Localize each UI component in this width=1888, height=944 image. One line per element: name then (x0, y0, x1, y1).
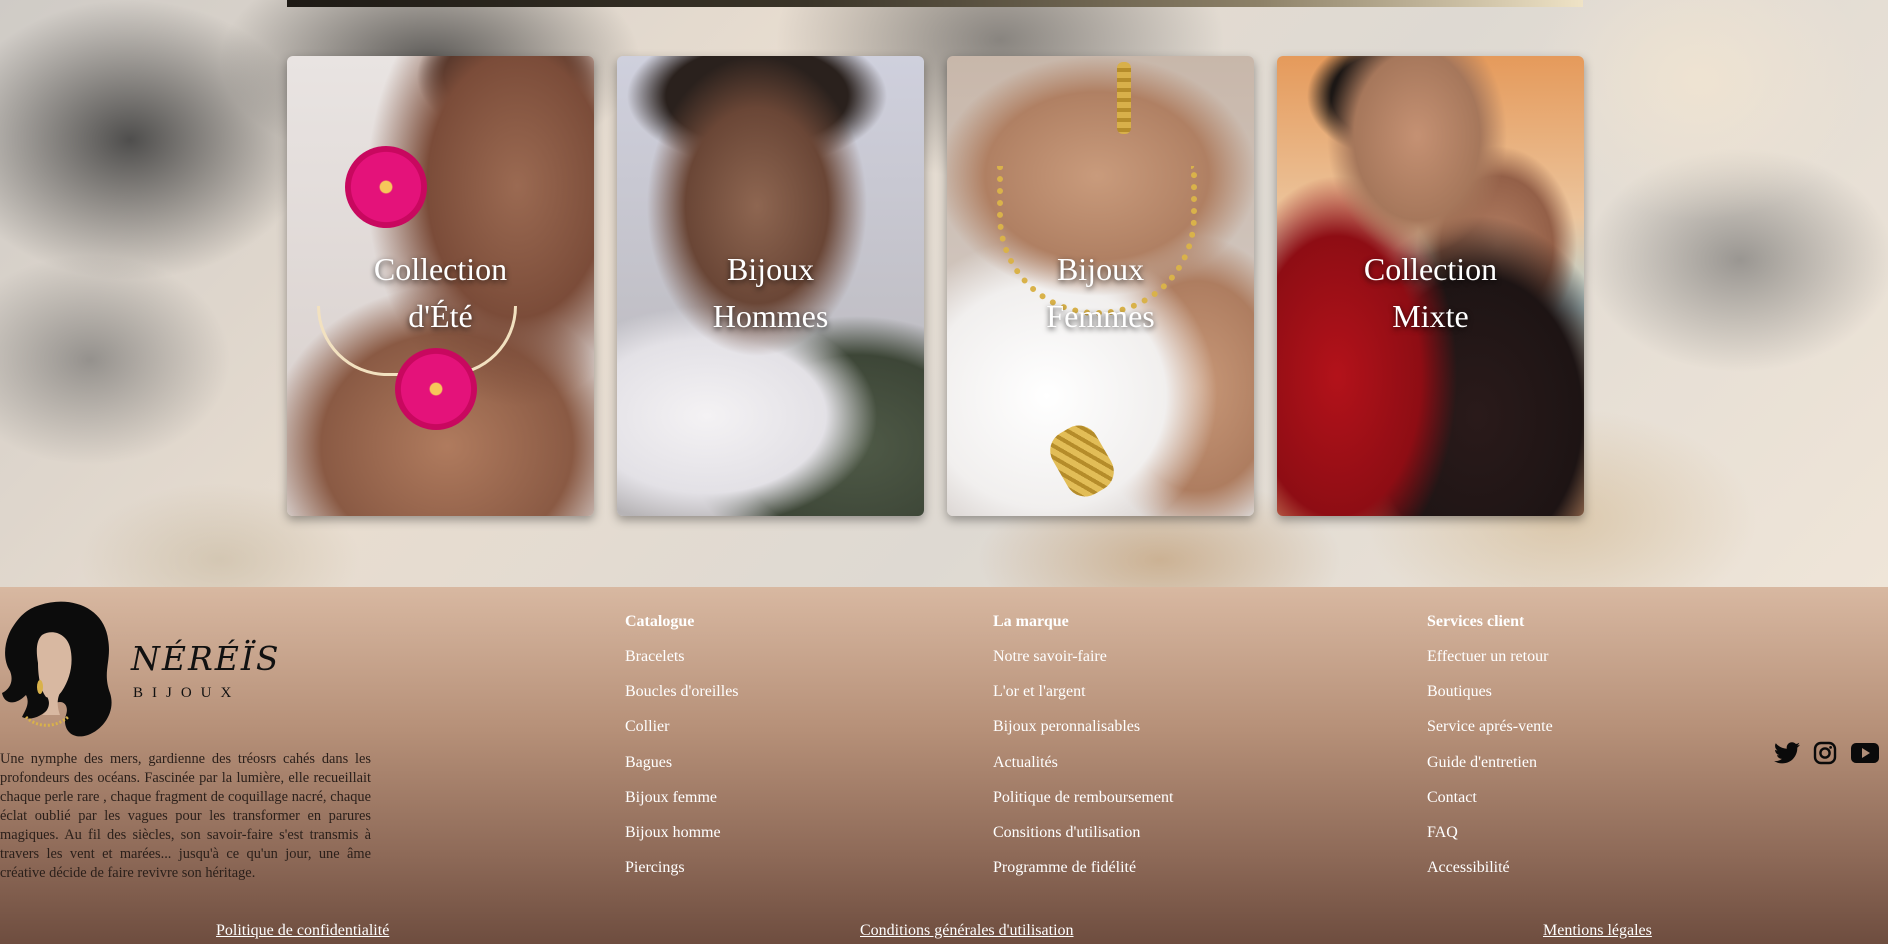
brand-subtitle: BIJOUX (133, 685, 241, 701)
collection-card-ete[interactable]: Collection d'Été (287, 56, 594, 516)
collection-ete-line2: d'Été (408, 298, 473, 334)
collection-hommes-title: Bijoux Hommes (617, 246, 924, 340)
collection-mixte-title: Collection Mixte (1277, 246, 1584, 340)
footer-link-actualites[interactable]: Actualités (993, 752, 1173, 774)
collection-card-hommes[interactable]: Bijoux Hommes (617, 56, 924, 516)
footer-link-fidelite[interactable]: Programme de fidélité (993, 857, 1173, 879)
footer-heading-catalogue: Catalogue (625, 613, 695, 630)
footer-heading-services-client: Services client (1427, 613, 1525, 630)
footer-link-or-argent[interactable]: L'or et l'argent (993, 681, 1173, 703)
youtube-icon[interactable] (1851, 739, 1879, 767)
flower-pendant (395, 348, 477, 430)
collection-cards: Collection d'Été Bijoux Hommes Bijoux Fe… (287, 56, 1584, 516)
gold-bracelet (1042, 418, 1122, 504)
collection-femmes-line2: Femmes (1046, 298, 1155, 334)
footer-link-retour[interactable]: Effectuer un retour (1427, 646, 1553, 668)
collection-ete-line1: Collection (373, 251, 508, 287)
brand-logo[interactable]: NÉRÉÏS BIJOUX (0, 599, 279, 739)
site-footer: NÉRÉÏS BIJOUX Une nymphe des mers, gardi… (0, 587, 1888, 944)
collection-femmes-title: Bijoux Femmes (947, 246, 1254, 340)
footer-link-conditions-utilisation[interactable]: Consitions d'utilisation (993, 822, 1173, 844)
brand-name: NÉRÉÏS (131, 639, 281, 678)
legal-link-confidentialite[interactable]: Politique de confidentialité (216, 922, 389, 940)
footer-link-accessibilite[interactable]: Accessibilité (1427, 857, 1553, 879)
footer-link-boutiques[interactable]: Boutiques (1427, 681, 1553, 703)
collection-hommes-line2: Hommes (712, 298, 829, 334)
collection-card-mixte[interactable]: Collection Mixte (1277, 56, 1584, 516)
collection-hommes-line1: Bijoux (726, 251, 815, 287)
top-bar (287, 0, 1583, 7)
collection-mixte-line1: Collection (1363, 251, 1498, 287)
footer-column-la-marque: La marque Notre savoir-faire L'or et l'a… (993, 611, 1173, 892)
footer-link-remboursement[interactable]: Politique de remboursement (993, 787, 1173, 809)
footer-column-services-client: Services client Effectuer un retour Bout… (1427, 611, 1553, 892)
collections-section: Collection d'Été Bijoux Hommes Bijoux Fe… (0, 0, 1888, 587)
twitter-icon[interactable] (1773, 739, 1801, 767)
collection-card-femmes[interactable]: Bijoux Femmes (947, 56, 1254, 516)
footer-link-piercings[interactable]: Piercings (625, 857, 739, 879)
flower-earring (345, 146, 427, 228)
legal-link-cgu[interactable]: Conditions générales d'utilisation (860, 922, 1074, 940)
collection-mixte-line2: Mixte (1392, 298, 1469, 334)
collection-femmes-line1: Bijoux (1056, 251, 1145, 287)
legal-link-mentions[interactable]: Mentions légales (1543, 922, 1652, 940)
logo-silhouette-icon (2, 601, 112, 737)
footer-link-faq[interactable]: FAQ (1427, 822, 1553, 844)
brand-story: Une nymphe des mers, gardienne des tréos… (0, 751, 371, 881)
footer-link-boucles-oreilles[interactable]: Boucles d'oreilles (625, 681, 739, 703)
gold-earring (1117, 62, 1131, 134)
footer-link-bijoux-personnalisables[interactable]: Bijoux peronnalisables (993, 716, 1173, 738)
instagram-icon[interactable] (1811, 739, 1839, 767)
footer-link-contact[interactable]: Contact (1427, 787, 1553, 809)
footer-link-bijoux-femme[interactable]: Bijoux femme (625, 787, 739, 809)
footer-heading-la-marque: La marque (993, 613, 1069, 630)
footer-link-bracelets[interactable]: Bracelets (625, 646, 739, 668)
footer-link-entretien[interactable]: Guide d'entretien (1427, 752, 1553, 774)
footer-link-bijoux-homme[interactable]: Bijoux homme (625, 822, 739, 844)
footer-column-catalogue: Catalogue Bracelets Boucles d'oreilles C… (625, 611, 739, 892)
footer-link-bagues[interactable]: Bagues (625, 752, 739, 774)
footer-link-apres-vente[interactable]: Service aprés-vente (1427, 716, 1553, 738)
footer-link-savoir-faire[interactable]: Notre savoir-faire (993, 646, 1173, 668)
collection-ete-title: Collection d'Été (287, 246, 594, 340)
footer-link-collier[interactable]: Collier (625, 716, 739, 738)
